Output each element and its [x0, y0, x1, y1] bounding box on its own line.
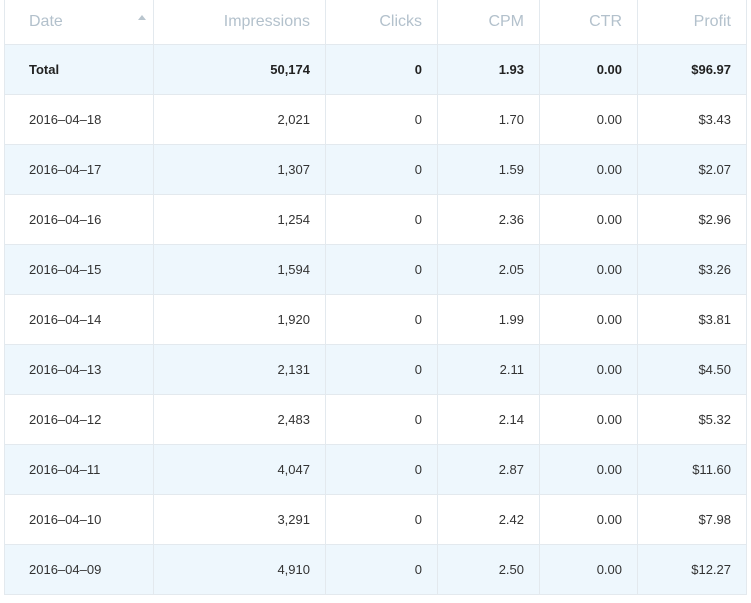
table-row: 2016–04–15 1,594 0 2.05 0.00 $3.26	[4, 244, 747, 295]
table-row: 2016–04–14 1,920 0 1.99 0.00 $3.81	[4, 294, 747, 345]
cell-cpm: 2.11	[437, 344, 540, 395]
column-header-impressions[interactable]: Impressions	[153, 0, 326, 45]
cell-date: 2016–04–12	[4, 394, 154, 445]
cell-cpm: 2.36	[437, 194, 540, 245]
cell-clicks: 0	[325, 344, 438, 395]
cell-impressions: 4,047	[153, 444, 326, 495]
cell-ctr: 0.00	[539, 494, 638, 545]
table-body: Total 50,174 0 1.93 0.00 $96.97 2016–04–…	[4, 44, 747, 595]
cell-profit: $3.43	[637, 94, 747, 145]
total-clicks: 0	[325, 44, 438, 95]
cell-cpm: 2.14	[437, 394, 540, 445]
total-impressions: 50,174	[153, 44, 326, 95]
cell-clicks: 0	[325, 444, 438, 495]
cell-profit: $3.81	[637, 294, 747, 345]
cell-ctr: 0.00	[539, 94, 638, 145]
column-header-profit[interactable]: Profit	[637, 0, 747, 45]
cell-clicks: 0	[325, 494, 438, 545]
cell-cpm: 1.99	[437, 294, 540, 345]
cell-date: 2016–04–16	[4, 194, 154, 245]
cell-clicks: 0	[325, 394, 438, 445]
cell-cpm: 2.87	[437, 444, 540, 495]
cell-date: 2016–04–10	[4, 494, 154, 545]
stats-table-container: Date Impressions Clicks CPM CTR Profit T…	[4, 0, 747, 595]
table-row: 2016–04–11 4,047 0 2.87 0.00 $11.60	[4, 444, 747, 495]
cell-impressions: 3,291	[153, 494, 326, 545]
cell-date: 2016–04–17	[4, 144, 154, 195]
total-row: Total 50,174 0 1.93 0.00 $96.97	[4, 44, 747, 95]
table-row: 2016–04–16 1,254 0 2.36 0.00 $2.96	[4, 194, 747, 245]
cell-clicks: 0	[325, 244, 438, 295]
table-row: 2016–04–18 2,021 0 1.70 0.00 $3.43	[4, 94, 747, 145]
cell-profit: $3.26	[637, 244, 747, 295]
cell-impressions: 1,920	[153, 294, 326, 345]
total-cpm: 1.93	[437, 44, 540, 95]
column-header-date-label: Date	[29, 12, 63, 30]
column-header-date[interactable]: Date	[4, 0, 154, 45]
cell-ctr: 0.00	[539, 144, 638, 195]
column-header-clicks[interactable]: Clicks	[325, 0, 438, 45]
cell-ctr: 0.00	[539, 244, 638, 295]
cell-cpm: 2.42	[437, 494, 540, 545]
cell-date: 2016–04–18	[4, 94, 154, 145]
cell-profit: $12.27	[637, 544, 747, 595]
cell-impressions: 1,254	[153, 194, 326, 245]
cell-impressions: 1,307	[153, 144, 326, 195]
cell-ctr: 0.00	[539, 194, 638, 245]
cell-clicks: 0	[325, 194, 438, 245]
cell-profit: $7.98	[637, 494, 747, 545]
cell-ctr: 0.00	[539, 444, 638, 495]
cell-clicks: 0	[325, 294, 438, 345]
cell-clicks: 0	[325, 144, 438, 195]
cell-profit: $5.32	[637, 394, 747, 445]
cell-date: 2016–04–13	[4, 344, 154, 395]
header-row: Date Impressions Clicks CPM CTR Profit	[4, 0, 747, 45]
cell-ctr: 0.00	[539, 544, 638, 595]
cell-ctr: 0.00	[539, 394, 638, 445]
table-row: 2016–04–10 3,291 0 2.42 0.00 $7.98	[4, 494, 747, 545]
cell-impressions: 2,021	[153, 94, 326, 145]
cell-cpm: 2.50	[437, 544, 540, 595]
table-row: 2016–04–13 2,131 0 2.11 0.00 $4.50	[4, 344, 747, 395]
total-profit: $96.97	[637, 44, 747, 95]
cell-cpm: 1.70	[437, 94, 540, 145]
cell-clicks: 0	[325, 544, 438, 595]
cell-ctr: 0.00	[539, 294, 638, 345]
cell-clicks: 0	[325, 94, 438, 145]
cell-profit: $2.96	[637, 194, 747, 245]
stats-table: Date Impressions Clicks CPM CTR Profit T…	[4, 0, 747, 595]
cell-profit: $2.07	[637, 144, 747, 195]
table-row: 2016–04–12 2,483 0 2.14 0.00 $5.32	[4, 394, 747, 445]
cell-impressions: 2,483	[153, 394, 326, 445]
cell-impressions: 2,131	[153, 344, 326, 395]
column-header-cpm[interactable]: CPM	[437, 0, 540, 45]
cell-cpm: 2.05	[437, 244, 540, 295]
total-ctr: 0.00	[539, 44, 638, 95]
sort-up-icon[interactable]	[138, 15, 146, 20]
column-header-ctr[interactable]: CTR	[539, 0, 638, 45]
cell-profit: $11.60	[637, 444, 747, 495]
cell-impressions: 1,594	[153, 244, 326, 295]
table-header: Date Impressions Clicks CPM CTR Profit	[4, 0, 747, 45]
cell-cpm: 1.59	[437, 144, 540, 195]
total-label: Total	[4, 44, 154, 95]
cell-date: 2016–04–11	[4, 444, 154, 495]
cell-ctr: 0.00	[539, 344, 638, 395]
cell-profit: $4.50	[637, 344, 747, 395]
cell-impressions: 4,910	[153, 544, 326, 595]
cell-date: 2016–04–15	[4, 244, 154, 295]
table-row: 2016–04–09 4,910 0 2.50 0.00 $12.27	[4, 544, 747, 595]
cell-date: 2016–04–09	[4, 544, 154, 595]
cell-date: 2016–04–14	[4, 294, 154, 345]
table-row: 2016–04–17 1,307 0 1.59 0.00 $2.07	[4, 144, 747, 195]
